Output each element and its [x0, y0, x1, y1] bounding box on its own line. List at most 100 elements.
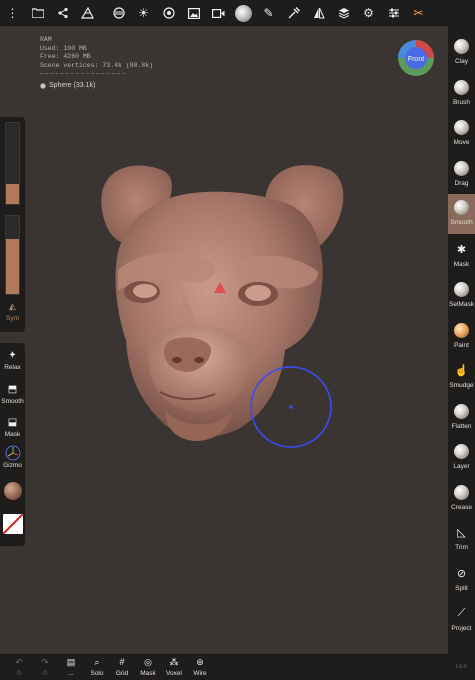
- tool-crease-label: Crease: [451, 504, 472, 511]
- wire-button[interactable]: ⊛ Wire: [188, 656, 212, 678]
- light-icon[interactable]: ☀: [131, 0, 156, 26]
- tool-crease[interactable]: Crease: [448, 481, 475, 521]
- tool-paint-label: Paint: [454, 342, 469, 349]
- menu-grip-icon[interactable]: ⋮: [0, 0, 25, 26]
- paint-tool-icon: [454, 323, 469, 338]
- settings-icon[interactable]: ⚙: [356, 0, 381, 26]
- scene-graph-icon[interactable]: [50, 0, 75, 26]
- tool-layer[interactable]: Layer: [448, 440, 475, 480]
- bottom-toolbar: ↶ 0 ↷ 0 ▤ ... ⌕ Solo # Grid ◎ Mask ⁂ Vox…: [0, 654, 448, 680]
- tool-smooth[interactable]: Smooth: [448, 194, 475, 234]
- mirror-icon[interactable]: [306, 0, 331, 26]
- brush-cursor: [250, 366, 332, 448]
- intensity-slider[interactable]: [5, 215, 20, 295]
- voxel-label: Voxel: [166, 670, 182, 677]
- grid-icon: #: [119, 657, 125, 667]
- topology-icon[interactable]: [75, 0, 100, 26]
- sculpt-viewport[interactable]: [0, 0, 475, 680]
- tools-icon[interactable]: ✂: [406, 0, 431, 26]
- symmetry-toggle[interactable]: ◭ Sym: [0, 301, 25, 322]
- relax-icon: ✦: [8, 349, 17, 361]
- tool-move-label: Move: [453, 139, 470, 146]
- tool-paint[interactable]: Paint: [448, 319, 475, 359]
- history-button[interactable]: ▤ ...: [59, 656, 83, 678]
- solo-label: Solo: [90, 670, 104, 677]
- tool-brush[interactable]: Brush: [448, 76, 475, 116]
- tool-selmask[interactable]: SelMask: [448, 278, 475, 318]
- tool-mask[interactable]: ✱ Mask: [448, 238, 475, 278]
- undo-icon: ↶: [15, 656, 23, 667]
- project-icon: ⟋: [457, 607, 466, 619]
- tool-project[interactable]: ⟋ Project: [448, 602, 475, 642]
- video-icon[interactable]: [206, 0, 231, 26]
- tool-drag-label: Drag: [454, 180, 469, 187]
- ram-used: Used: 100 MB: [40, 44, 87, 52]
- mesh-info[interactable]: Sphere (33.1k): [40, 82, 95, 89]
- tool-brush-label: Brush: [453, 99, 470, 106]
- folder-icon[interactable]: [25, 0, 50, 26]
- tool-move[interactable]: Move: [448, 116, 475, 156]
- tool-trim[interactable]: ◺ Trim: [448, 521, 475, 561]
- stats-overlay: RAM Used: 100 MB Free: 4260 MB Scene ver…: [40, 36, 153, 77]
- ram-free: Free: 4260 MB: [40, 53, 91, 60]
- undo-count: 0: [17, 670, 21, 677]
- symmetry-marker: [214, 282, 226, 293]
- orientation-gizmo[interactable]: Front: [397, 39, 435, 77]
- paint-icon[interactable]: ✎: [256, 0, 281, 26]
- history-label: ...: [68, 670, 74, 677]
- selmask-icon: [454, 282, 469, 297]
- postprocess-icon[interactable]: [106, 0, 131, 26]
- color-swatch[interactable]: [3, 514, 23, 534]
- stats-divider: [40, 73, 125, 74]
- mask-visibility-button[interactable]: ◎ Mask: [136, 656, 160, 678]
- matcap-icon[interactable]: [231, 0, 256, 26]
- grid-label: Grid: [115, 670, 129, 677]
- sliders-icon[interactable]: [381, 0, 406, 26]
- undo-button[interactable]: ↶ 0: [7, 656, 31, 678]
- wire-icon: ⊛: [196, 656, 204, 667]
- picker-icon[interactable]: [281, 0, 306, 26]
- tool-split-label: Split: [455, 585, 468, 592]
- mask-toggle[interactable]: ⬓ Mask: [0, 415, 25, 439]
- top-toolbar: ⋮ ☀ ✎ ⚙ ✂: [0, 0, 475, 26]
- tool-flatten[interactable]: Flatten: [448, 400, 475, 440]
- mask-visibility-icon: ◎: [144, 656, 152, 667]
- split-icon: ⊘: [456, 568, 467, 580]
- gizmo-icon: [0, 445, 25, 461]
- mask-visibility-label: Mask: [140, 670, 156, 677]
- smooth-toggle-icon: ⬒: [7, 383, 18, 395]
- tool-clay[interactable]: Clay: [448, 35, 475, 75]
- voxel-button[interactable]: ⁂ Voxel: [162, 656, 186, 678]
- material-preview[interactable]: [4, 482, 22, 500]
- mask-toggle-label: Mask: [4, 431, 21, 438]
- material-icon[interactable]: [156, 0, 181, 26]
- mask-toggle-icon: ⬓: [7, 416, 18, 428]
- smooth-toggle[interactable]: ⬒ Smooth: [0, 382, 25, 406]
- mesh-label: Sphere (33.1k): [49, 82, 96, 89]
- redo-button[interactable]: ↷ 0: [33, 656, 57, 678]
- gizmo-toggle[interactable]: Gizmo: [0, 445, 25, 469]
- ram-label: RAM: [40, 36, 52, 43]
- layers-icon[interactable]: [331, 0, 356, 26]
- solo-button[interactable]: ⌕ Solo: [85, 656, 109, 678]
- quick-tools-panel: ✦ Relax ⬒ Smooth ⬓ Mask Gizmo: [0, 343, 25, 546]
- tool-smudge[interactable]: ☝ Smudge: [448, 359, 475, 399]
- scene-vertices: Scene vertices: 73.4k (80.8k): [40, 61, 154, 69]
- tool-split[interactable]: ⊘ Split: [448, 562, 475, 602]
- redo-icon: ↷: [41, 656, 49, 667]
- grid-button[interactable]: # Grid: [110, 656, 134, 677]
- image-icon[interactable]: [181, 0, 206, 26]
- relax-label: Relax: [4, 364, 21, 371]
- tool-mask-label: Mask: [453, 261, 470, 268]
- smooth-toggle-label: Smooth: [1, 398, 24, 405]
- brush-icon: [454, 80, 469, 95]
- tool-drag[interactable]: Drag: [448, 157, 475, 197]
- brush-cursor-center: [289, 405, 293, 409]
- version-label: 1.6.4: [455, 664, 467, 670]
- tool-selmask-label: SelMask: [449, 301, 474, 308]
- smooth-icon: [454, 200, 469, 215]
- mesh-visibility-icon[interactable]: [40, 82, 46, 89]
- right-ear: [264, 165, 344, 251]
- radius-slider[interactable]: [5, 122, 20, 205]
- relax-button[interactable]: ✦ Relax: [0, 348, 25, 372]
